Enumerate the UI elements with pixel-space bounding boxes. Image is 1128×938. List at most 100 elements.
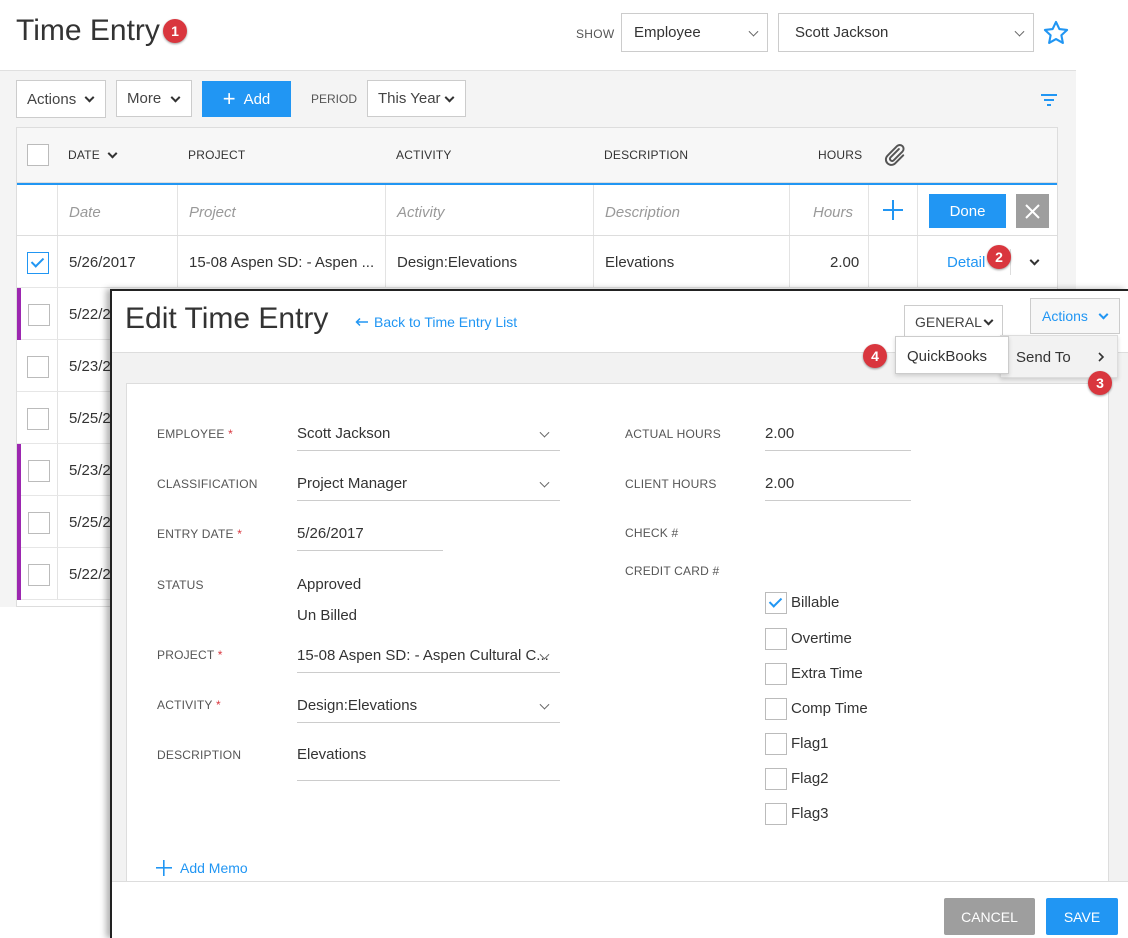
chevron-down-icon bbox=[539, 699, 550, 710]
status-approved: Approved bbox=[297, 576, 362, 593]
favorite-star-icon[interactable] bbox=[1042, 19, 1070, 47]
chevron-down-icon bbox=[983, 315, 994, 326]
row-date: 5/25/2 bbox=[69, 410, 111, 427]
row-expand-chevron-icon[interactable] bbox=[1029, 255, 1040, 266]
flag3-checkbox[interactable] bbox=[765, 803, 787, 825]
project-select[interactable]: 15-08 Aspen SD: - Aspen Cultural C... bbox=[297, 647, 549, 664]
more-button-label: More bbox=[127, 90, 162, 107]
employee-select[interactable]: Scott Jackson bbox=[778, 13, 1034, 52]
column-header-hours[interactable]: HOURS bbox=[818, 148, 862, 162]
flag1-checkbox[interactable] bbox=[765, 733, 787, 755]
grid-header: DATE PROJECT ACTIVITY DESCRIPTION HOURS bbox=[17, 128, 1057, 183]
more-button[interactable]: More bbox=[116, 80, 192, 117]
comp-time-checkbox[interactable] bbox=[765, 698, 787, 720]
add-memo-link[interactable]: Add Memo bbox=[156, 860, 248, 876]
plus-icon: + bbox=[222, 86, 236, 111]
quickbooks-label: QuickBooks bbox=[907, 348, 988, 365]
row-checkbox[interactable] bbox=[28, 564, 50, 586]
row-checkbox[interactable] bbox=[28, 512, 50, 534]
actions-button[interactable]: Actions bbox=[16, 80, 106, 118]
chevron-down-icon bbox=[539, 477, 550, 488]
table-row[interactable]: 5/26/2017 15-08 Aspen SD: - Aspen ... De… bbox=[17, 236, 1057, 288]
actual-hours-input[interactable]: 2.00 bbox=[765, 425, 794, 442]
row-date: 5/26/2017 bbox=[69, 254, 136, 271]
row-checkbox[interactable] bbox=[27, 408, 49, 430]
description-input[interactable]: Elevations bbox=[297, 746, 366, 763]
panel-actions-button[interactable]: Actions bbox=[1030, 298, 1120, 334]
hours-input[interactable]: Hours bbox=[813, 204, 853, 221]
credit-card-label: CREDIT CARD # bbox=[625, 564, 720, 578]
chevron-down-icon bbox=[170, 92, 181, 103]
employee-select[interactable]: Scott Jackson bbox=[297, 425, 390, 442]
callout-badge-2: 2 bbox=[987, 245, 1011, 269]
billable-label: Billable bbox=[791, 594, 840, 611]
row-description: Elevations bbox=[605, 254, 675, 271]
activity-input[interactable]: Activity bbox=[397, 204, 445, 221]
general-select-value: GENERAL bbox=[915, 314, 982, 330]
project-input[interactable]: Project bbox=[189, 204, 236, 221]
quickbooks-menu-item[interactable]: QuickBooks bbox=[895, 336, 1009, 374]
panel-title: Edit Time Entry bbox=[125, 302, 329, 335]
row-checkbox[interactable] bbox=[27, 356, 49, 378]
row-project: 15-08 Aspen SD: - Aspen ... bbox=[189, 254, 375, 271]
row-date: 5/22/2 bbox=[69, 306, 111, 323]
panel-footer: CANCEL SAVE bbox=[112, 881, 1128, 938]
back-link[interactable]: Back to Time Entry List bbox=[355, 314, 517, 330]
chevron-down-icon bbox=[1098, 309, 1109, 320]
row-checkbox[interactable] bbox=[28, 460, 50, 482]
comp-time-label: Comp Time bbox=[791, 700, 868, 717]
attach-plus-icon[interactable] bbox=[882, 199, 904, 221]
column-header-date[interactable]: DATE bbox=[68, 148, 100, 162]
panel-actions-label: Actions bbox=[1042, 308, 1088, 324]
show-select[interactable]: Employee bbox=[621, 13, 768, 52]
column-header-description[interactable]: DESCRIPTION bbox=[604, 148, 688, 162]
employee-label: EMPLOYEE * bbox=[157, 427, 234, 441]
cancel-button[interactable]: CANCEL bbox=[944, 898, 1035, 935]
new-entry-row: Date Project Activity Description Hours … bbox=[17, 183, 1057, 236]
column-header-project[interactable]: PROJECT bbox=[188, 148, 245, 162]
add-memo-label: Add Memo bbox=[180, 860, 248, 876]
status-label: STATUS bbox=[157, 578, 204, 592]
entry-date-input[interactable]: 5/26/2017 bbox=[297, 525, 364, 542]
done-button[interactable]: Done bbox=[929, 194, 1006, 228]
row-checkbox[interactable] bbox=[27, 252, 49, 274]
save-button[interactable]: SAVE bbox=[1046, 898, 1118, 935]
client-hours-input[interactable]: 2.00 bbox=[765, 475, 794, 492]
row-date: 5/25/2 bbox=[69, 514, 111, 531]
row-activity: Design:Elevations bbox=[397, 254, 518, 271]
flag2-label: Flag2 bbox=[791, 770, 829, 787]
filter-icon[interactable] bbox=[1041, 93, 1057, 107]
check-number-label: CHECK # bbox=[625, 526, 679, 540]
show-select-value: Employee bbox=[634, 24, 701, 41]
detail-link[interactable]: Detail bbox=[947, 254, 985, 271]
extra-time-checkbox[interactable] bbox=[765, 663, 787, 685]
actual-hours-label: ACTUAL HOURS bbox=[625, 427, 721, 441]
classification-label: CLASSIFICATION bbox=[157, 477, 258, 491]
period-select-value: This Year bbox=[378, 90, 441, 107]
overtime-label: Overtime bbox=[791, 630, 852, 647]
column-header-activity[interactable]: ACTIVITY bbox=[396, 148, 452, 162]
page-title: Time Entry bbox=[16, 14, 160, 47]
overtime-checkbox[interactable] bbox=[765, 628, 787, 650]
description-input[interactable]: Description bbox=[605, 204, 680, 221]
general-select[interactable]: GENERAL bbox=[904, 305, 1003, 339]
date-input[interactable]: Date bbox=[69, 204, 101, 221]
sort-chevron-icon[interactable] bbox=[107, 148, 118, 159]
select-all-checkbox[interactable] bbox=[27, 144, 49, 166]
billable-checkbox[interactable] bbox=[765, 592, 787, 614]
save-button-label: SAVE bbox=[1063, 908, 1101, 925]
chevron-down-icon bbox=[1014, 26, 1025, 37]
client-hours-label: CLIENT HOURS bbox=[625, 477, 717, 491]
activity-label: ACTIVITY * bbox=[157, 698, 221, 712]
show-label: SHOW bbox=[576, 27, 615, 41]
activity-select[interactable]: Design:Elevations bbox=[297, 697, 417, 714]
flag2-checkbox[interactable] bbox=[765, 768, 787, 790]
cancel-row-button[interactable] bbox=[1016, 194, 1049, 228]
period-select[interactable]: This Year bbox=[367, 80, 466, 117]
description-label: DESCRIPTION bbox=[157, 748, 242, 762]
chevron-right-icon bbox=[1098, 352, 1105, 362]
row-checkbox[interactable] bbox=[28, 304, 50, 326]
project-label: PROJECT * bbox=[157, 648, 223, 662]
classification-select[interactable]: Project Manager bbox=[297, 475, 407, 492]
add-button[interactable]: + Add bbox=[202, 81, 291, 117]
